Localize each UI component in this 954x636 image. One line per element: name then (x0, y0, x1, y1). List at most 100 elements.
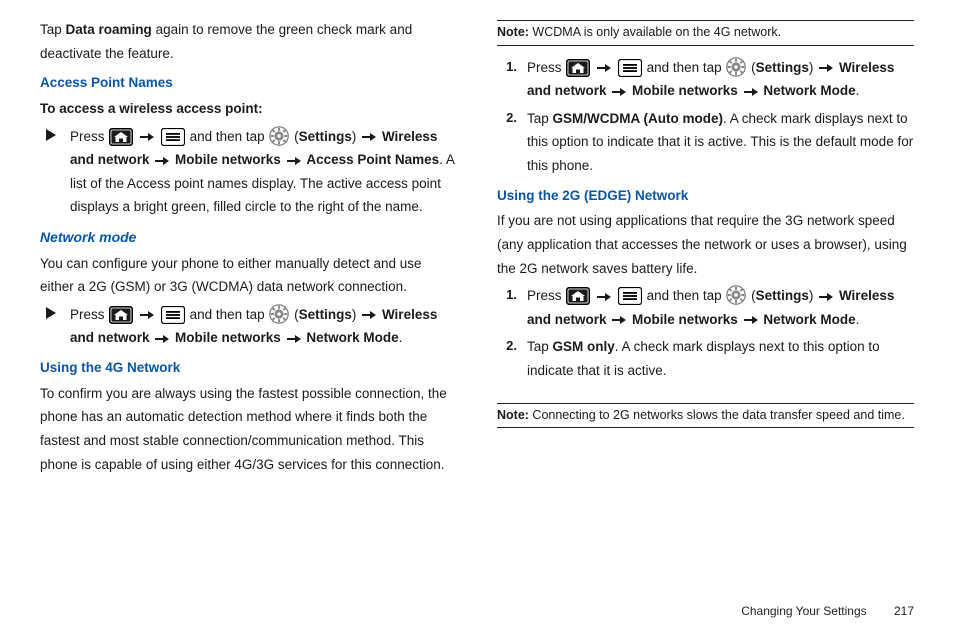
text: Tap (527, 339, 553, 354)
text: Press (70, 307, 108, 322)
arrow-icon (360, 132, 378, 142)
text: Press (527, 288, 565, 303)
arrow-icon (285, 156, 303, 166)
arrow-icon (138, 310, 156, 320)
bullet-item: Press and then tap (Settings) Wireless a… (40, 303, 457, 350)
para-2g: If you are not using applications that r… (497, 209, 914, 280)
text: Tap (527, 111, 553, 126)
footer-page-number: 217 (894, 601, 914, 622)
arrow-icon (610, 315, 628, 325)
step-body: Press and then tap (Settings) Wireless a… (527, 56, 914, 103)
text: and then tap (190, 129, 269, 144)
step-body: Tap GSM/WCDMA (Auto mode). A check mark … (527, 107, 914, 178)
arrow-icon (742, 315, 760, 325)
home-key-icon (109, 128, 133, 146)
text: and then tap (647, 288, 726, 303)
note-body: WCDMA is only available on the 4G networ… (529, 25, 781, 39)
settings-label: Settings (756, 288, 809, 303)
text: . (856, 312, 860, 327)
heading-apn: Access Point Names (40, 71, 457, 95)
settings-label: Settings (299, 307, 352, 322)
step-number: 1. (497, 284, 527, 331)
text: and then tap (190, 307, 269, 322)
menu-key-icon (618, 59, 642, 77)
step-2: 2. Tap GSM/WCDMA (Auto mode). A check ma… (497, 107, 914, 178)
page-footer: Changing Your Settings 217 (741, 601, 914, 622)
text: . (856, 83, 860, 98)
step-number: 2. (497, 107, 527, 178)
step-body: Press and then tap (Settings) Wireless a… (527, 284, 914, 331)
para-4g: To confirm you are always using the fast… (40, 382, 457, 477)
arrow-icon (742, 87, 760, 97)
path-apn: Access Point Names (306, 152, 439, 167)
arrow-icon (817, 63, 835, 73)
path-mobile: Mobile networks (175, 330, 281, 345)
columns: Tap Data roaming again to remove the gre… (40, 18, 914, 480)
path-mode: Network Mode (306, 330, 398, 345)
note-wcdma: Note: WCDMA is only available on the 4G … (497, 20, 914, 46)
note-label: Note: (497, 408, 529, 422)
left-column: Tap Data roaming again to remove the gre… (40, 18, 457, 480)
bullet-body: Press and then tap (Settings) Wireless a… (70, 125, 457, 220)
step-number: 1. (497, 56, 527, 103)
arrow-icon (153, 334, 171, 344)
bullet-triangle-icon (40, 125, 70, 220)
step-body: Tap GSM only. A check mark displays next… (527, 335, 914, 382)
path-mobile: Mobile networks (175, 152, 281, 167)
menu-key-icon (161, 128, 185, 146)
bullet-triangle-icon (40, 303, 70, 350)
bullet-body: Press and then tap (Settings) Wireless a… (70, 303, 457, 350)
step-1-2g: 1. Press and then tap (Settings) Wireles… (497, 284, 914, 331)
settings-gear-icon (269, 304, 289, 324)
note-body: Connecting to 2G networks slows the data… (529, 408, 905, 422)
heading-4g: Using the 4G Network (40, 356, 457, 380)
arrow-icon (285, 334, 303, 344)
arrow-icon (360, 310, 378, 320)
text: and then tap (647, 60, 726, 75)
option-label: GSM/WCDMA (Auto mode) (553, 111, 723, 126)
data-roaming-line: Tap Data roaming again to remove the gre… (40, 18, 457, 65)
apn-subheading: To access a wireless access point: (40, 97, 457, 121)
home-key-icon (566, 287, 590, 305)
text: Tap (40, 22, 66, 37)
settings-gear-icon (726, 57, 746, 77)
heading-2g: Using the 2G (EDGE) Network (497, 184, 914, 208)
path-mode: Network Mode (763, 83, 855, 98)
right-column: Note: WCDMA is only available on the 4G … (497, 18, 914, 480)
arrow-icon (153, 156, 171, 166)
path-mobile: Mobile networks (632, 312, 738, 327)
home-key-icon (566, 59, 590, 77)
text: Press (70, 129, 108, 144)
text: ) (809, 288, 817, 303)
step-number: 2. (497, 335, 527, 382)
text: Press (527, 60, 565, 75)
arrow-icon (610, 87, 628, 97)
text: ) (352, 307, 360, 322)
text: ) (809, 60, 817, 75)
settings-gear-icon (726, 285, 746, 305)
path-mobile: Mobile networks (632, 83, 738, 98)
footer-section: Changing Your Settings (741, 604, 866, 618)
settings-label: Settings (299, 129, 352, 144)
text: . (399, 330, 403, 345)
bullet-item: Press and then tap (Settings) Wireless a… (40, 125, 457, 220)
menu-key-icon (161, 306, 185, 324)
note-label: Note: (497, 25, 529, 39)
network-mode-intro: You can configure your phone to either m… (40, 252, 457, 299)
step-1: 1. Press and then tap (Settings) Wireles… (497, 56, 914, 103)
arrow-icon (138, 132, 156, 142)
menu-key-icon (618, 287, 642, 305)
step-2-2g: 2. Tap GSM only. A check mark displays n… (497, 335, 914, 382)
arrow-icon (595, 63, 613, 73)
arrow-icon (817, 292, 835, 302)
settings-label: Settings (756, 60, 809, 75)
text-bold: Data roaming (66, 22, 152, 37)
home-key-icon (109, 306, 133, 324)
manual-page: Tap Data roaming again to remove the gre… (0, 0, 954, 636)
heading-network-mode: Network mode (40, 225, 457, 250)
arrow-icon (595, 292, 613, 302)
path-mode: Network Mode (763, 312, 855, 327)
settings-gear-icon (269, 126, 289, 146)
note-2g: Note: Connecting to 2G networks slows th… (497, 403, 914, 429)
option-label: GSM only (553, 339, 615, 354)
